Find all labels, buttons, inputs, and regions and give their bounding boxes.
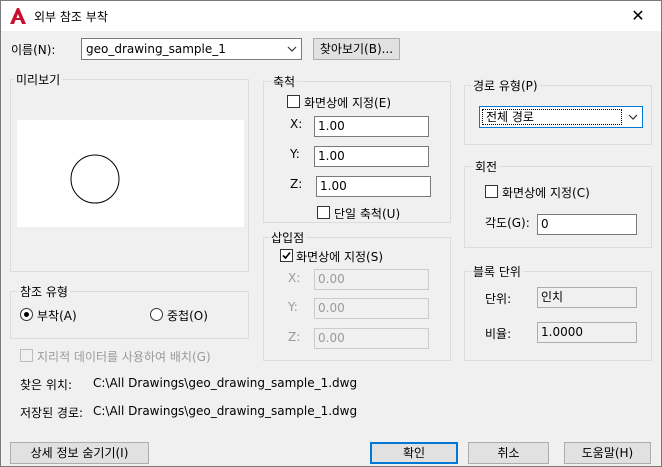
close-icon: ✕ (631, 6, 645, 25)
scale-specify-checkbox[interactable] (287, 95, 300, 108)
scale-z-input[interactable]: 1.00 (316, 176, 431, 197)
insertion-z-input[interactable]: 0.00 (314, 328, 429, 349)
attach-radio-label[interactable]: 부착(A) (37, 307, 77, 324)
factor-value: 1.0000 (541, 325, 583, 339)
factor-field: 1.0000 (537, 322, 637, 343)
scale-y-label: Y: (290, 147, 300, 161)
name-combobox-value: geo_drawing_sample_1 (86, 42, 226, 56)
scale-x-value: 1.00 (318, 119, 345, 133)
insertion-x-label: X: (288, 271, 301, 285)
rotation-specify-label[interactable]: 화면상에 지정(C) (502, 184, 590, 201)
browse-button-label: 찾아보기(B)... (319, 42, 394, 56)
geo-location-label: 지리적 데이터를 사용하여 배치(G) (37, 350, 211, 364)
unit-field: 인치 (537, 287, 637, 308)
scale-y-value: 1.00 (318, 149, 345, 163)
insertion-y-input[interactable]: 0.00 (314, 298, 429, 319)
scale-y-input[interactable]: 1.00 (314, 146, 429, 167)
radio-selected-dot (24, 312, 29, 317)
insertion-specify-label[interactable]: 화면상에 지정(S) (296, 248, 383, 265)
autocad-app-icon (10, 8, 26, 24)
attach-radio[interactable] (20, 308, 33, 321)
rotation-specify-checkbox[interactable] (485, 185, 498, 198)
insertion-z-label: Z: (288, 330, 301, 344)
preview-canvas (17, 120, 244, 227)
xref-attach-dialog: 외부 참조 부착 ✕ 이름(N): geo_drawing_sample_1 찾… (0, 0, 662, 467)
help-button[interactable]: 도움말(H) (564, 442, 651, 464)
overlay-radio-label[interactable]: 중첩(O) (167, 307, 208, 324)
help-button-label: 도움말(H) (581, 446, 634, 460)
chevron-down-icon (287, 46, 297, 52)
reference-type-label: 참조 유형 (18, 283, 70, 300)
saved-path-value: C:\All Drawings\geo_drawing_sample_1.dwg (93, 404, 358, 418)
scale-x-label: X: (290, 117, 303, 131)
angle-label: 각도(G): (485, 216, 530, 230)
insertion-x-input[interactable]: 0.00 (314, 269, 429, 290)
angle-value: 0 (541, 217, 549, 231)
hide-details-label: 상세 정보 숨기기(I) (30, 446, 129, 460)
name-combobox[interactable]: geo_drawing_sample_1 (81, 38, 302, 60)
rotation-label: 회전 (473, 158, 500, 175)
rotation-group (464, 166, 652, 248)
hide-details-button[interactable]: 상세 정보 숨기기(I) (10, 442, 149, 464)
geo-location-checkbox[interactable] (20, 349, 33, 362)
found-in-value: C:\All Drawings\geo_drawing_sample_1.dwg (93, 376, 358, 390)
uniform-scale-checkbox[interactable] (317, 206, 330, 219)
path-type-value: 전체 경로 (486, 110, 534, 124)
path-type-combobox[interactable]: 전체 경로 (479, 106, 643, 128)
scale-z-label: Z: (290, 177, 303, 191)
ok-button-label: 확인 (402, 446, 426, 460)
scale-group-label: 축척 (271, 73, 298, 90)
title-bar: 외부 참조 부착 ✕ (1, 1, 661, 31)
ok-button[interactable]: 확인 (370, 442, 458, 464)
factor-label: 비율: (485, 327, 512, 341)
insertion-z-value: 0.00 (318, 331, 345, 345)
insertion-y-value: 0.00 (318, 301, 345, 315)
chevron-down-icon (628, 114, 638, 120)
name-label: 이름(N): (11, 43, 56, 57)
scale-z-value: 1.00 (320, 179, 347, 193)
cancel-button[interactable]: 취소 (468, 442, 549, 464)
saved-path-label: 저장된 경로: (20, 406, 84, 420)
unit-value: 인치 (541, 290, 564, 304)
insertion-x-value: 0.00 (318, 272, 345, 286)
insertion-specify-checkbox[interactable] (280, 249, 293, 262)
uniform-scale-label[interactable]: 단일 축척(U) (334, 205, 400, 222)
path-type-label: 경로 유형(P) (471, 77, 540, 94)
preview-circle-drawing (70, 154, 120, 204)
block-unit-label: 블록 단위 (471, 263, 523, 280)
window-title: 외부 참조 부착 (34, 10, 108, 24)
cancel-button-label: 취소 (497, 446, 520, 460)
insertion-y-label: Y: (288, 300, 298, 314)
angle-input[interactable]: 0 (537, 214, 637, 235)
browse-button[interactable]: 찾아보기(B)... (313, 38, 400, 60)
found-in-label: 찾은 위치: (20, 378, 73, 392)
overlay-radio[interactable] (150, 308, 163, 321)
close-button[interactable]: ✕ (615, 1, 661, 31)
unit-label: 단위: (485, 292, 512, 306)
scale-specify-label[interactable]: 화면상에 지정(E) (304, 94, 391, 111)
checkmark-icon (282, 251, 291, 260)
preview-group-label: 미리보기 (14, 71, 63, 88)
block-unit-group (464, 271, 652, 361)
scale-x-input[interactable]: 1.00 (314, 116, 429, 137)
insertion-point-label: 삽입점 (269, 229, 307, 246)
